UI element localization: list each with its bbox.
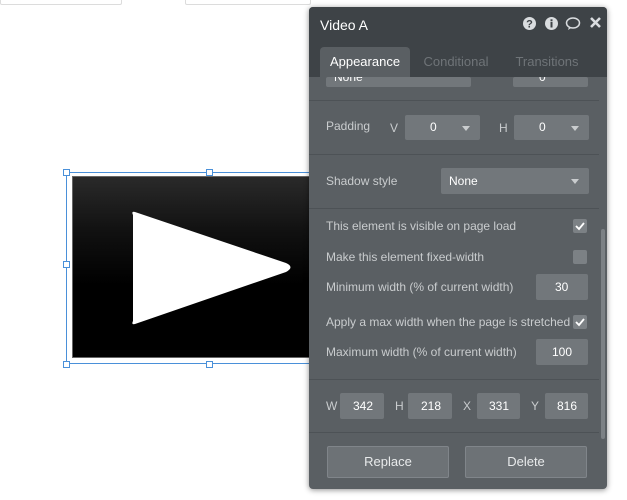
panel-scrollbar[interactable] bbox=[601, 229, 605, 439]
partial-value[interactable]: 0 bbox=[513, 77, 588, 87]
visible-on-load-label: This element is visible on page load bbox=[326, 219, 517, 233]
width-label: W bbox=[326, 399, 338, 413]
min-width-label: Minimum width (% of current width) bbox=[326, 280, 514, 294]
padding-h-label: H bbox=[499, 121, 508, 135]
padding-v-select[interactable]: 0 bbox=[405, 115, 480, 140]
y-label: Y bbox=[531, 399, 540, 413]
resize-handle-tl[interactable] bbox=[63, 169, 70, 176]
comment-icon[interactable] bbox=[565, 16, 581, 31]
info-icon[interactable] bbox=[544, 16, 559, 31]
height-input[interactable]: 218 bbox=[408, 393, 452, 419]
shadow-style-label: Shadow style bbox=[326, 174, 398, 188]
min-width-input[interactable]: 30 bbox=[536, 274, 588, 300]
fixed-width-label: Make this element fixed-width bbox=[326, 250, 485, 264]
delete-button[interactable]: Delete bbox=[465, 446, 587, 478]
resize-handle-ml[interactable] bbox=[63, 261, 70, 268]
divider bbox=[309, 100, 599, 101]
fixed-width-checkbox[interactable] bbox=[573, 250, 587, 264]
max-width-stretch-label: Apply a max width when the page is stret… bbox=[326, 315, 571, 329]
x-label: X bbox=[463, 399, 472, 413]
padding-v-label: V bbox=[390, 121, 399, 135]
height-label: H bbox=[395, 399, 404, 413]
y-input[interactable]: 816 bbox=[545, 393, 588, 419]
max-width-stretch-checkbox[interactable] bbox=[573, 315, 587, 329]
divider bbox=[309, 432, 599, 433]
resize-handle-tm[interactable] bbox=[206, 169, 213, 176]
close-icon[interactable] bbox=[588, 16, 603, 31]
tab-bar: Appearance Conditional Transitions bbox=[309, 40, 607, 77]
divider bbox=[309, 154, 599, 155]
visible-on-load-checkbox[interactable] bbox=[573, 219, 587, 233]
svg-text:?: ? bbox=[526, 19, 533, 31]
padding-h-select[interactable]: 0 bbox=[514, 115, 589, 140]
panel-title: Video A bbox=[320, 17, 369, 33]
chevron-down-icon bbox=[462, 126, 470, 131]
tab-appearance[interactable]: Appearance bbox=[320, 47, 410, 77]
width-input[interactable]: 342 bbox=[340, 393, 384, 419]
canvas-element-edge bbox=[185, 0, 311, 5]
max-width-input[interactable]: 100 bbox=[536, 339, 588, 365]
tab-transitions[interactable]: Transitions bbox=[507, 47, 587, 77]
shadow-style-select[interactable]: None bbox=[441, 168, 589, 194]
resize-handle-bm[interactable] bbox=[206, 361, 213, 368]
chevron-down-icon bbox=[571, 126, 579, 131]
tab-conditional[interactable]: Conditional bbox=[417, 47, 495, 77]
panel-header[interactable]: Video A ? bbox=[309, 7, 607, 40]
canvas-element-edge bbox=[0, 0, 122, 5]
property-editor-panel: Video A ? Appearance Conditional Transit… bbox=[309, 7, 607, 489]
x-input[interactable]: 331 bbox=[477, 393, 520, 419]
divider bbox=[309, 208, 599, 209]
partial-select[interactable]: None bbox=[326, 77, 471, 87]
replace-button[interactable]: Replace bbox=[327, 446, 449, 478]
question-icon[interactable]: ? bbox=[522, 16, 537, 31]
divider bbox=[309, 379, 599, 380]
max-width-label: Maximum width (% of current width) bbox=[326, 345, 517, 359]
resize-handle-bl[interactable] bbox=[63, 361, 70, 368]
padding-label: Padding bbox=[326, 119, 371, 133]
chevron-down-icon bbox=[571, 179, 579, 184]
